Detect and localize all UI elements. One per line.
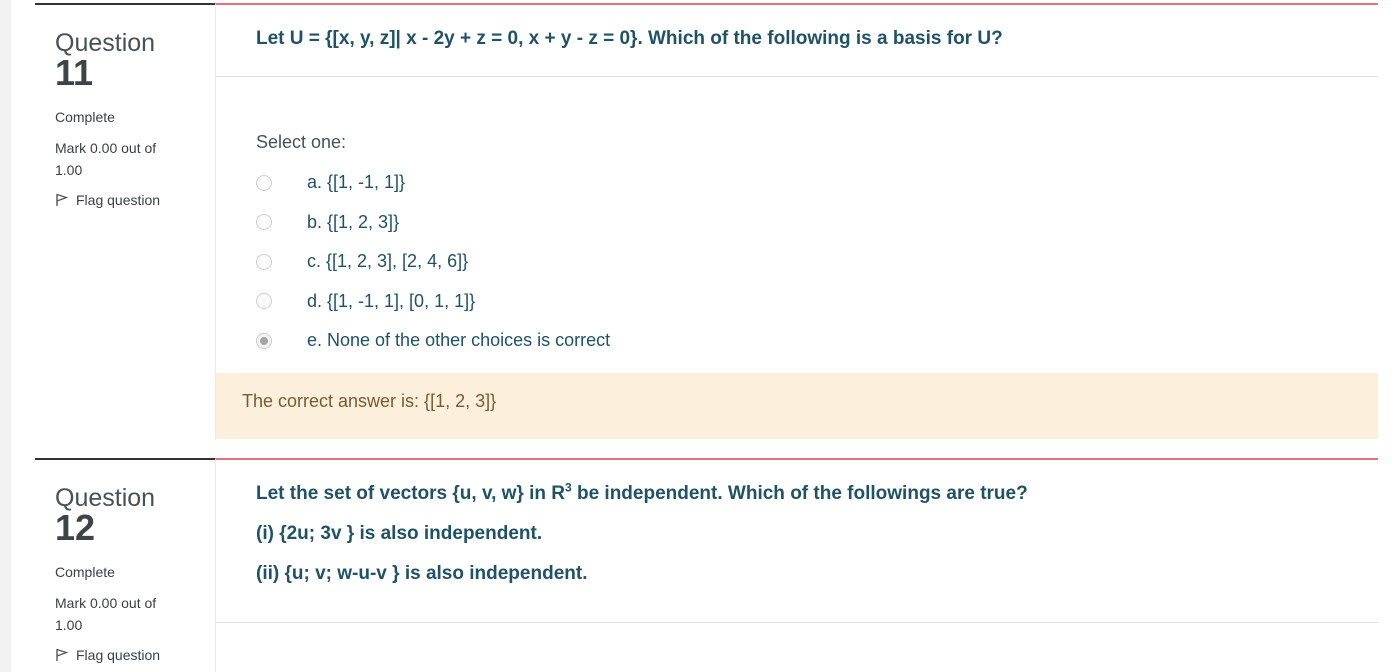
question-text: Let the set of vectors {u, v, w} in R3 b…: [216, 460, 1378, 623]
question-text-part: Let the set of vectors {u, v, w} in R: [256, 483, 565, 504]
question-text-part: be independent. Which of the followings …: [571, 483, 1028, 504]
select-one-prompt: Select one:: [256, 132, 347, 152]
answer-options: a. {[1, -1, 1]} b. {[1, 2, 3]} c. {[1, 2…: [256, 163, 610, 361]
question-info: Question 12 Complete Mark 0.00 out of 1.…: [35, 458, 215, 672]
radio-a[interactable]: [256, 174, 272, 191]
answer-option-a[interactable]: a. {[1, -1, 1]}: [256, 163, 610, 203]
question-content: Let U = {[x, y, z]| x - 2y + z = 0, x + …: [215, 3, 1378, 440]
answer-option-d[interactable]: d. {[1, -1, 1], [0, 1, 1]}: [256, 282, 610, 322]
question-heading: Question 11: [55, 29, 215, 93]
correct-answer-feedback: The correct answer is: {[1, 2, 3]}: [216, 373, 1378, 439]
flag-icon: [56, 648, 69, 661]
radio-c[interactable]: [256, 253, 272, 270]
flag-icon: [56, 193, 69, 206]
radio-b[interactable]: [256, 214, 272, 231]
question-number: 12: [55, 507, 96, 548]
question-grade: Mark 0.00 out of 1.00: [55, 595, 157, 633]
question-text-line: (ii) {u; v; w-u-v } is also independent.: [256, 563, 588, 584]
question-state: Complete: [55, 564, 115, 580]
question-info: Question 11 Complete Mark 0.00 out of 1.…: [35, 3, 215, 440]
question-text-line: Let U = {[x, y, z]| x - 2y + z = 0, x + …: [256, 28, 1003, 49]
question-number: 11: [55, 52, 94, 93]
radio-e-selected[interactable]: [256, 332, 272, 349]
question-state: Complete: [55, 109, 115, 125]
left-gutter: [0, 0, 11, 672]
radio-d[interactable]: [256, 293, 272, 310]
question-11: Question 11 Complete Mark 0.00 out of 1.…: [35, 3, 1378, 440]
superscript: 3: [565, 480, 572, 495]
question-heading: Question 12: [55, 484, 215, 548]
question-grade: Mark 0.00 out of 1.00: [55, 140, 157, 178]
question-content: Let the set of vectors {u, v, w} in R3 b…: [215, 458, 1378, 672]
answer-option-c[interactable]: c. {[1, 2, 3], [2, 4, 6]}: [256, 242, 610, 282]
flag-question-label: Flag question: [76, 192, 161, 208]
question-text: Let U = {[x, y, z]| x - 2y + z = 0, x + …: [216, 5, 1378, 77]
answer-option-e[interactable]: e. None of the other choices is correct: [256, 321, 610, 361]
option-label[interactable]: e. None of the other choices is correct: [307, 330, 610, 351]
flag-question-label: Flag question: [76, 647, 161, 663]
feedback-text: The correct answer is: {[1, 2, 3]}: [242, 391, 497, 411]
option-label[interactable]: b. {[1, 2, 3]}: [307, 212, 399, 233]
option-label[interactable]: a. {[1, -1, 1]}: [307, 172, 405, 193]
answer-option-b[interactable]: b. {[1, 2, 3]}: [256, 203, 610, 243]
question-text-line: Let the set of vectors {u, v, w} in R3 b…: [256, 474, 1378, 514]
option-label[interactable]: d. {[1, -1, 1], [0, 1, 1]}: [307, 291, 475, 312]
option-label[interactable]: c. {[1, 2, 3], [2, 4, 6]}: [307, 251, 468, 272]
question-text-line: (i) {2u; 3v } is also independent.: [256, 523, 543, 544]
question-12: Question 12 Complete Mark 0.00 out of 1.…: [35, 458, 1378, 672]
flag-question-link[interactable]: Flag question: [55, 192, 215, 208]
flag-question-link[interactable]: Flag question: [55, 647, 215, 663]
